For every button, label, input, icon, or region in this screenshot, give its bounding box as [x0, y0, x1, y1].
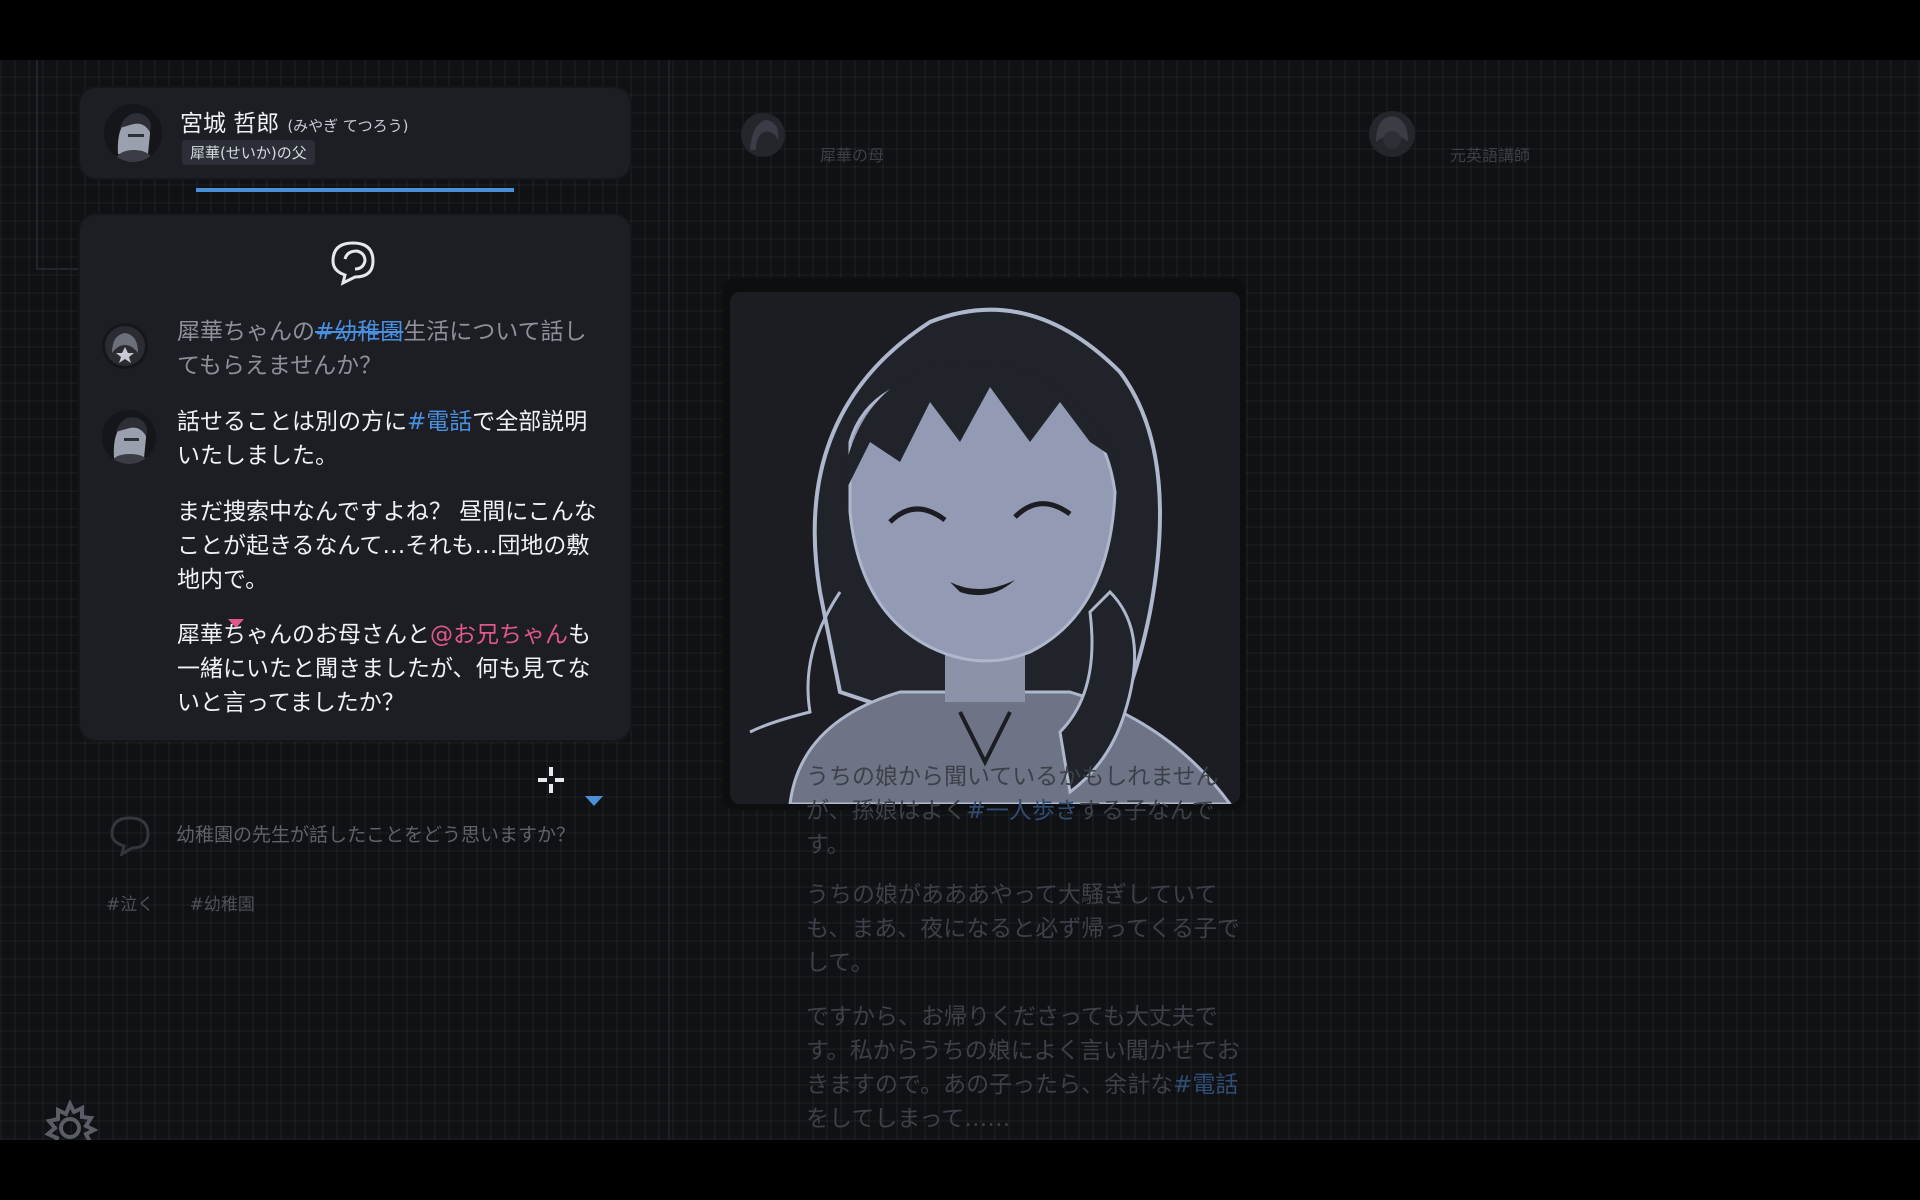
- hashtag-link: #一人歩き: [966, 798, 1078, 824]
- background-dialogue: うちの娘から聞いているかもしれませんが、孫娘はよく#一人歩きする子なんです。: [806, 760, 1246, 862]
- character-name-card: 宮城 哲郎 (みやぎ てつろう) 犀華(せいか)の父: [80, 88, 630, 178]
- hashtag-link[interactable]: #幼稚園: [315, 319, 403, 345]
- speech-bubble-icon: [331, 241, 375, 286]
- character-relation-badge: 犀華(せいか)の父: [182, 140, 315, 165]
- question-text: 犀華ちゃんの: [177, 319, 315, 345]
- background-text: うちの娘から聞いているかもしれません: [806, 764, 1219, 790]
- other-character-label: 元英語講師: [1450, 146, 1531, 165]
- mother-avatar-icon[interactable]: [738, 110, 788, 160]
- smiling-girl-image: [730, 292, 1240, 804]
- character-name-text: 宮城 哲郎: [180, 111, 280, 137]
- dialogue-panel[interactable]: 犀華ちゃんの#幼稚園生活について話してもらえませんか？ 話せることは別の方に#電…: [80, 215, 630, 740]
- background-dialogue: ですから、お帰りくださっても大丈夫です。私からうちの娘によく言い聞かせておきます…: [806, 1000, 1246, 1136]
- tag-item[interactable]: #泣く: [106, 895, 154, 915]
- character-name: 宮城 哲郎 (みやぎ てつろう): [180, 104, 409, 138]
- background-dialogue: うちの娘があああやって大騒ぎしていても、まあ、夜になると必ず帰ってくる子でして。: [806, 882, 1241, 976]
- continue-indicator[interactable]: [585, 796, 603, 806]
- girl-portrait: [730, 292, 1240, 804]
- character-name-kana: (みやぎ てつろう): [287, 117, 409, 135]
- cursor-icon: [538, 767, 564, 793]
- answer-text: 話せることは別の方に: [177, 409, 407, 435]
- tag-item[interactable]: #幼稚園: [190, 895, 255, 915]
- answer-message: 犀華ちゃんのお母さんと@お兄ちゃんも一緒にいたと聞きましたが、何も見てないと言っ…: [177, 618, 597, 720]
- father-speaker-avatar: [102, 410, 156, 464]
- tag-list: #泣く #幼稚園: [106, 890, 285, 915]
- teacher-avatar-icon[interactable]: [1366, 108, 1418, 160]
- gear-icon[interactable]: [42, 1100, 98, 1140]
- answer-message: まだ捜索中なんですよね？ 昼間にこんなことが起きるなんて…それも…団地の敷地内で…: [177, 499, 597, 593]
- background-text: をしてしまって……: [806, 1106, 1011, 1132]
- other-character-label: 犀華の母: [820, 146, 885, 165]
- next-question-bubble-icon: [110, 816, 150, 856]
- hashtag-link[interactable]: #電話: [407, 409, 472, 435]
- frame-line: [36, 268, 80, 270]
- question-message: 犀華ちゃんの#幼稚園生活について話してもらえませんか？: [177, 315, 597, 383]
- answer-text: 犀華ちゃんのお母さんと: [177, 622, 430, 648]
- column-divider: [668, 60, 670, 1140]
- father-portrait-icon: [102, 410, 156, 464]
- answer-message: 話せることは別の方に#電話で全部説明いたしました。: [177, 405, 597, 473]
- next-question-option[interactable]: 幼稚園の先生が話したことをどう思いますか？: [176, 820, 575, 847]
- father-portrait-icon: [104, 104, 162, 162]
- character-avatar: [104, 104, 162, 162]
- detective-avatar-icon: [102, 323, 148, 369]
- dialogue-progress-bar: [196, 188, 514, 192]
- hashtag-link: #電話: [1173, 1072, 1239, 1098]
- mention-link[interactable]: @お兄ちゃん: [430, 622, 568, 648]
- game-stage: 犀華の母 元英語講師 宮城 哲郎 (みやぎ てつろう) 犀華(せいか)の父 犀華…: [0, 60, 1920, 1140]
- frame-line: [36, 60, 38, 270]
- background-text: が、孫娘はよく: [806, 798, 967, 824]
